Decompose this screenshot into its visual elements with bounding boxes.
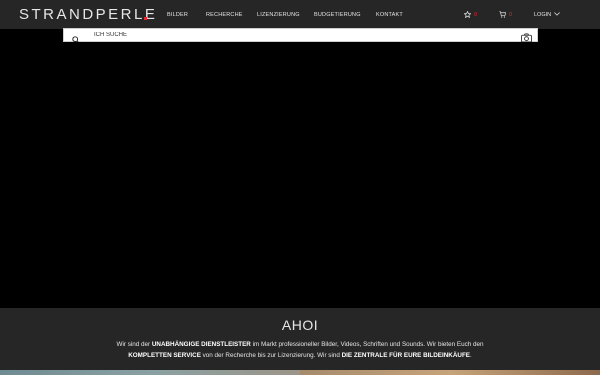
cart-link[interactable]: 0 xyxy=(499,11,512,18)
cart-icon xyxy=(499,11,506,18)
intro-highlight: KOMPLETTEN SERVICE xyxy=(128,352,201,359)
intro-text: Wir sind der UNABHÄNGIGE DIENSTLEISTER i… xyxy=(70,339,530,361)
hero-area xyxy=(0,42,600,308)
login-menu[interactable]: LOGIN xyxy=(534,12,561,18)
intro-highlight: UNABHÄNGIGE DIENSTLEISTER xyxy=(151,341,251,348)
intro-highlight: DIE ZENTRALE FÜR EURE BILDEINKÄUFE xyxy=(341,352,470,359)
image-tile-left[interactable] xyxy=(0,370,300,375)
image-tile-right[interactable] xyxy=(300,370,600,375)
search-bar xyxy=(63,28,538,44)
favorites-link[interactable]: 0 xyxy=(464,11,477,18)
intro-text-part: Wir sind der xyxy=(116,341,152,348)
chevron-down-icon xyxy=(554,12,561,18)
intro-text-part: von der Recherche bis zur Lizenzierung. … xyxy=(200,352,342,359)
logo-dot xyxy=(144,17,147,20)
nav-item-budgetierung[interactable]: BUDGETIERUNG xyxy=(314,12,361,18)
star-icon xyxy=(464,11,471,18)
login-label: LOGIN xyxy=(534,12,552,18)
top-navigation-bar: STRANDPERLE BILDER RECHERCHE LIZENZIERUN… xyxy=(0,0,600,29)
nav-item-lizenzierung[interactable]: LIZENZIERUNG xyxy=(257,12,300,18)
favorites-count: 0 xyxy=(474,11,478,18)
intro-title: AHOI xyxy=(281,317,319,333)
search-input[interactable] xyxy=(94,29,494,41)
nav-item-recherche[interactable]: RECHERCHE xyxy=(206,12,243,18)
nav-item-bilder[interactable]: BILDER xyxy=(167,12,188,18)
intro-text-part: im Markt professioneller Bilder, Videos,… xyxy=(250,341,484,348)
intro-section: AHOI Wir sind der UNABHÄNGIGE DIENSTLEIS… xyxy=(0,308,600,370)
nav-item-kontakt[interactable]: KONTAKT xyxy=(376,12,403,18)
logo[interactable]: STRANDPERLE xyxy=(19,6,157,23)
cart-count: 0 xyxy=(509,11,513,18)
intro-text-part: . xyxy=(470,352,472,359)
